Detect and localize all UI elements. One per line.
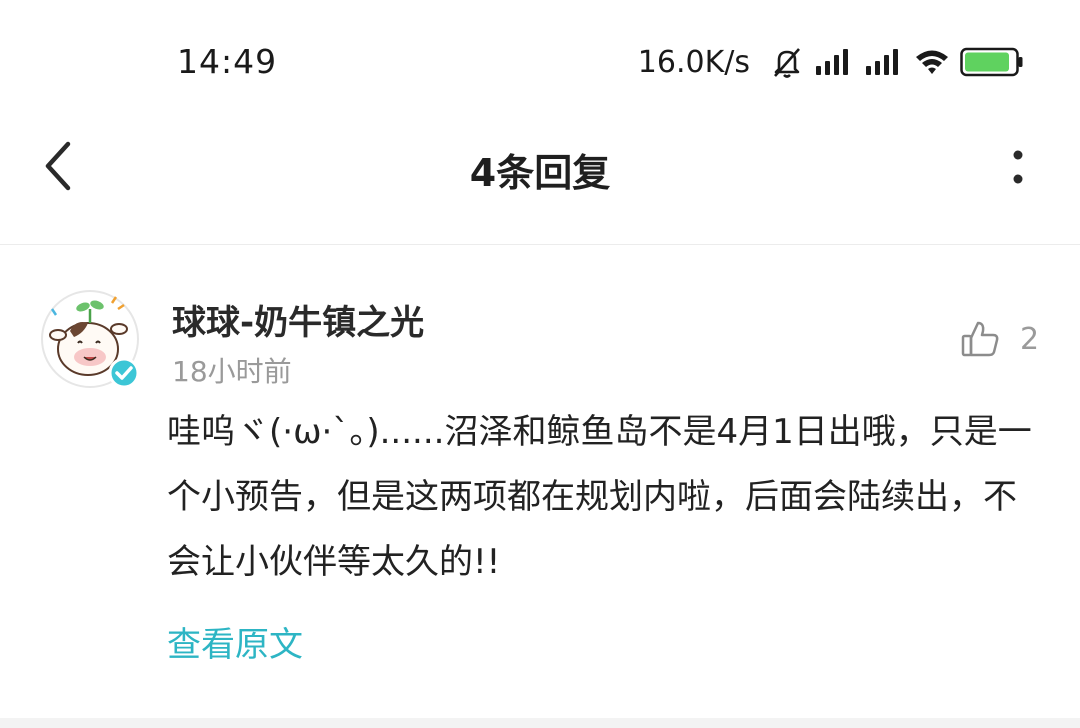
wifi-icon	[916, 50, 948, 74]
battery-icon	[960, 47, 1023, 77]
view-original-link[interactable]: 查看原文	[167, 617, 303, 666]
like-count: 2	[1020, 321, 1040, 357]
comment-item: 球球-奶牛镇之光 18小时前 2 哇呜ヾ(·ω·`。)......沼泽和鲸鱼岛不…	[0, 245, 1080, 715]
divider	[0, 718, 1080, 728]
signal-icon	[816, 49, 848, 75]
signal-icon	[866, 49, 898, 75]
status-icons: 16.0K/s	[638, 40, 1024, 84]
nav-bar: 4条回复	[0, 120, 1080, 245]
network-speed: 16.0K/s	[637, 44, 750, 80]
more-vertical-icon[interactable]	[1000, 144, 1036, 194]
timestamp: 18小时前	[172, 355, 292, 388]
like-button[interactable]: 2	[960, 317, 1039, 361]
username[interactable]: 球球-奶牛镇之光	[172, 295, 424, 344]
status-bar: 14:49 16.0K/s	[0, 0, 1080, 120]
bell-muted-icon	[774, 48, 800, 78]
comment-text: 哇呜ヾ(·ω·`。)......沼泽和鲸鱼岛不是4月1日出哦，只是一个小预告，但…	[167, 412, 1032, 582]
page-title: 4条回复	[469, 151, 611, 195]
thumbs-up-icon	[961, 321, 999, 357]
status-time: 14:49	[177, 42, 278, 81]
avatar[interactable]	[40, 289, 140, 389]
